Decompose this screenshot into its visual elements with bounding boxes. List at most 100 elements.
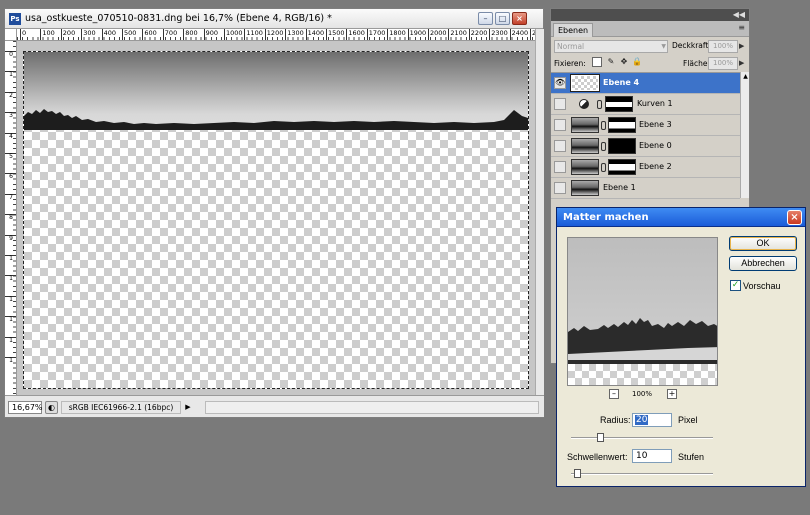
ruler-origin[interactable]: [5, 29, 17, 41]
layers-scrollbar[interactable]: ▲: [740, 72, 749, 198]
layer-mask-thumbnail: [608, 117, 636, 133]
layer-name: Ebene 0: [639, 141, 672, 150]
eye-icon[interactable]: [554, 161, 566, 173]
preview-pane[interactable]: [567, 237, 718, 386]
blend-mode-select[interactable]: Normal ▼: [554, 40, 668, 53]
ruler-tick-label: 2400: [509, 29, 528, 40]
preview-checkbox[interactable]: ✓: [730, 280, 741, 291]
layer-row[interactable]: Kurven 1: [551, 94, 740, 115]
layer-name: Ebene 4: [603, 78, 640, 87]
ok-button[interactable]: OK: [729, 236, 797, 251]
chain-link-icon[interactable]: [601, 142, 606, 151]
ruler-tick-label: 1200: [264, 29, 283, 40]
ruler-tick-label: 900: [203, 29, 218, 40]
preview-zoom-level: 100%: [632, 390, 653, 398]
ruler-tick-label: 1: [5, 336, 16, 344]
ruler-tick-label: 1: [5, 295, 16, 303]
layer-row[interactable]: Ebene 1: [551, 178, 740, 199]
cancel-button[interactable]: Abbrechen: [729, 256, 797, 271]
vertical-ruler[interactable]: 0 1 2 3 4 5 6 7 8 9 1 1 1 1 1 1: [5, 41, 17, 395]
defringe-dialog: Matter machen × – 100% + OK Abbrechen ✓ …: [556, 207, 806, 487]
chain-link-icon[interactable]: [601, 163, 606, 172]
chain-link-icon[interactable]: [601, 121, 606, 130]
radius-input[interactable]: 20: [632, 413, 672, 427]
layer-mask-thumbnail: [608, 159, 636, 175]
minimize-button[interactable]: –: [478, 12, 493, 25]
ruler-tick-label: 4: [5, 132, 16, 140]
ruler-tick-label: 1600: [346, 29, 365, 40]
ruler-tick-label: 1: [5, 357, 16, 364]
eye-icon[interactable]: [554, 182, 566, 194]
layer-name: Ebene 1: [603, 183, 636, 192]
ruler-tick-label: 500: [122, 29, 136, 40]
lock-all-icon[interactable]: 🔒: [632, 57, 642, 67]
threshold-unit: Stufen: [678, 452, 705, 462]
layer-row[interactable]: Ebene 2: [551, 157, 740, 178]
chain-link-icon[interactable]: [597, 100, 602, 109]
ruler-tick-label: 8: [5, 214, 16, 221]
threshold-slider-track[interactable]: [571, 473, 713, 475]
panel-top-bar[interactable]: ◀◀: [551, 9, 749, 21]
opacity-field[interactable]: 100%: [708, 40, 738, 53]
eye-icon[interactable]: 👁: [554, 77, 566, 89]
threshold-input[interactable]: 10: [632, 449, 672, 463]
close-button[interactable]: ×: [512, 12, 527, 25]
layer-thumbnail: [571, 180, 599, 196]
tab-layers[interactable]: Ebenen: [553, 23, 593, 37]
layer-thumbnail: [571, 138, 599, 154]
layer-row[interactable]: Ebene 0: [551, 136, 740, 157]
radius-slider-track[interactable]: [571, 437, 713, 439]
horizontal-scrollbar[interactable]: [205, 401, 539, 414]
layer-row[interactable]: Ebene 3: [551, 115, 740, 136]
ruler-tick-label: 6: [5, 173, 16, 180]
ruler-tick-label: 1: [5, 275, 16, 282]
lock-transparency-icon[interactable]: [592, 57, 602, 67]
layer-row[interactable]: 👁 Ebene 4: [551, 73, 740, 94]
curves-adjustment-icon: [579, 99, 589, 109]
fill-slider-arrow-icon[interactable]: ▶: [739, 57, 748, 70]
status-menu-arrow-icon[interactable]: ▶: [183, 401, 193, 414]
opacity-slider-arrow-icon[interactable]: ▶: [739, 40, 748, 53]
status-info-icon[interactable]: ◐: [45, 401, 58, 414]
radius-unit: Pixel: [678, 415, 698, 425]
photoshop-icon: Ps: [9, 13, 21, 25]
lock-move-icon[interactable]: ✥: [619, 57, 629, 67]
fill-field[interactable]: 100%: [708, 57, 738, 70]
ruler-tick-label: 700: [162, 29, 177, 40]
eye-icon[interactable]: [554, 98, 566, 110]
vertical-scrollbar[interactable]: [535, 29, 544, 395]
document-title-bar[interactable]: Ps usa_ostkueste_070510-0831.dng bei 16,…: [5, 9, 543, 29]
zoom-field[interactable]: 16,67%: [8, 401, 43, 414]
ruler-tick-label: 600: [142, 29, 157, 40]
canvas[interactable]: [23, 51, 529, 389]
canvas-area[interactable]: [17, 41, 535, 395]
radius-slider-handle[interactable]: [596, 433, 604, 442]
panel-menu-icon[interactable]: ≡: [738, 23, 745, 32]
ruler-tick-label: 9: [5, 234, 16, 242]
horizontal-ruler[interactable]: 0 100 200 300 400 500 600 700 800 900 1000 1100 1200…: [17, 29, 535, 41]
opacity-label: Deckkraft:: [672, 41, 711, 50]
zoom-in-button[interactable]: +: [667, 389, 677, 399]
sky-image-strip: [24, 52, 528, 130]
scroll-up-icon[interactable]: ▲: [741, 72, 750, 81]
ruler-tick-label: 2000: [428, 29, 447, 40]
fill-label: Fläche:: [683, 59, 711, 68]
ruler-tick-label: 1: [5, 71, 16, 78]
dialog-title-bar[interactable]: Matter machen ×: [557, 208, 805, 227]
maximize-button[interactable]: □: [495, 12, 510, 25]
eye-icon[interactable]: [554, 119, 566, 131]
status-bar: 16,67% ◐ sRGB IEC61966-2.1 (16bpc) ▶: [5, 395, 544, 417]
color-profile-status: sRGB IEC61966-2.1 (16bpc): [61, 401, 181, 414]
blend-mode-value: Normal: [557, 42, 585, 51]
document-window: Ps usa_ostkueste_070510-0831.dng bei 16,…: [4, 8, 544, 418]
threshold-slider-handle[interactable]: [573, 469, 581, 478]
ruler-tick-label: 3: [5, 112, 16, 119]
ruler-tick-label: 1700: [366, 29, 385, 40]
chevron-down-icon: ▼: [661, 43, 666, 50]
lock-brush-icon[interactable]: ✎: [606, 57, 616, 67]
close-icon[interactable]: ×: [787, 210, 802, 225]
collapse-icon[interactable]: ◀◀: [733, 9, 745, 21]
eye-icon[interactable]: [554, 140, 566, 152]
zoom-out-button[interactable]: –: [609, 389, 619, 399]
ruler-tick-label: 0: [5, 51, 16, 58]
